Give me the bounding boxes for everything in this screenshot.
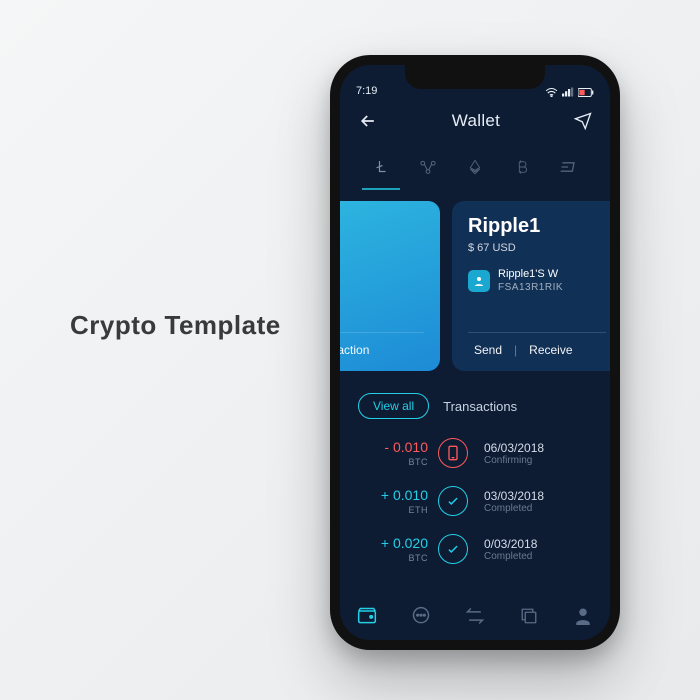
signal-icon	[562, 87, 574, 97]
tx-amount: + 0.020	[381, 535, 428, 551]
transactions-list: - 0.010 BTC 06/03/2018 Confirming + 0.01…	[340, 429, 610, 573]
transaction-row[interactable]: + 0.010 ETH 03/03/2018 Completed	[358, 477, 592, 525]
tx-status: Confirming	[484, 455, 592, 466]
tab-dash[interactable]	[554, 152, 584, 182]
page-title: Wallet	[452, 111, 500, 131]
wallet-card-ripple[interactable]: Ripple1 $ 67 USD Ripple1'S W FSA13R1RIK …	[452, 201, 610, 371]
wallet-card-usd: $ 67 USD	[468, 242, 606, 254]
transactions-header: View all Transactions	[340, 387, 610, 429]
tab-ethereum[interactable]	[460, 152, 490, 182]
coin-tabs	[340, 143, 610, 185]
nav-chat-icon[interactable]	[409, 604, 433, 628]
tx-status: Completed	[484, 503, 592, 514]
page-headline: Crypto Template	[70, 310, 281, 341]
wifi-icon	[545, 87, 558, 97]
wallet-card-name: LET 001	[340, 304, 424, 319]
phone-screen: 7:19 Wallet	[340, 65, 610, 640]
tx-date: 0/03/2018	[484, 537, 592, 551]
device-icon	[438, 438, 468, 468]
tab-litecoin[interactable]	[366, 152, 396, 182]
tx-status: Completed	[484, 551, 592, 562]
tx-unit: ETH	[358, 505, 428, 515]
app-bar: Wallet	[340, 99, 610, 143]
card-action-send[interactable]: Send	[468, 343, 508, 357]
transaction-row[interactable]: + 0.020 BTC 0/03/2018 Completed	[358, 525, 592, 573]
tab-bitcoin[interactable]	[507, 152, 537, 182]
tab-ripple[interactable]	[413, 152, 443, 182]
nav-wallet-icon[interactable]	[355, 604, 379, 628]
nav-exchange-icon[interactable]	[463, 604, 487, 628]
phone-frame: 7:19 Wallet	[330, 55, 620, 650]
tx-date: 06/03/2018	[484, 441, 592, 455]
status-time: 7:19	[356, 85, 377, 97]
wallet-holder: Ripple1'S W	[498, 268, 563, 280]
tx-amount: + 0.010	[381, 487, 428, 503]
check-icon	[438, 486, 468, 516]
view-all-button[interactable]: View all	[358, 393, 429, 419]
transaction-row[interactable]: - 0.010 BTC 06/03/2018 Confirming	[358, 429, 592, 477]
wallet-card-name: Ripple1	[468, 215, 606, 238]
tx-unit: BTC	[358, 553, 428, 563]
wallet-holder-hash: FSA13R1RIK	[498, 282, 563, 293]
wallet-cards[interactable]: LET 001 N324DSA | Transaction Ripple1 $ …	[340, 185, 610, 387]
phone-notch	[405, 65, 545, 89]
send-icon[interactable]	[574, 112, 592, 130]
wallet-card-hash: N324DSA	[340, 321, 424, 332]
contact-icon	[468, 270, 490, 292]
tx-unit: BTC	[358, 457, 428, 467]
card-action-transaction[interactable]: Transaction	[340, 343, 375, 357]
nav-profile-icon[interactable]	[571, 604, 595, 628]
card-action-receive[interactable]: Receive	[523, 343, 578, 357]
battery-icon	[578, 88, 594, 97]
check-icon	[438, 534, 468, 564]
tx-date: 03/03/2018	[484, 489, 592, 503]
tx-amount: - 0.010	[384, 439, 428, 455]
back-button[interactable]	[358, 111, 378, 131]
nav-copy-icon[interactable]	[517, 604, 541, 628]
transactions-title: Transactions	[443, 399, 517, 414]
bottom-nav	[340, 592, 610, 640]
wallet-card-litecoin[interactable]: LET 001 N324DSA | Transaction	[340, 201, 440, 371]
